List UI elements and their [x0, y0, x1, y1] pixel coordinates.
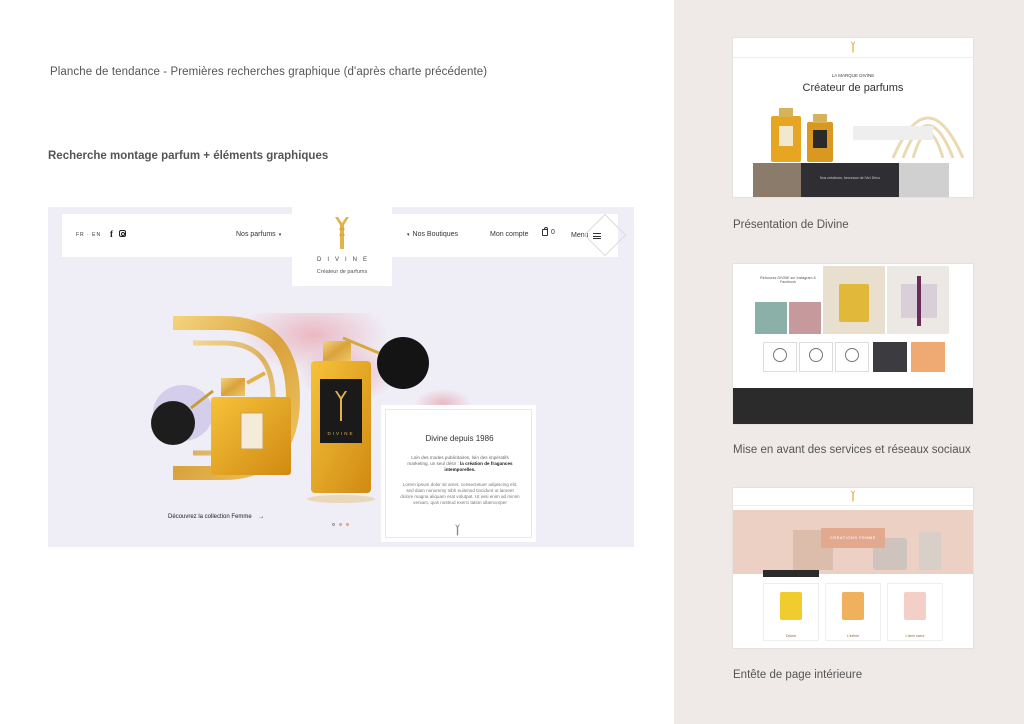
card-body: Lorem ipsum dolor sit amet, consectetuer… — [400, 482, 520, 505]
service-box[interactable] — [835, 342, 869, 372]
board-subtitle: Recherche montage parfum + éléments grap… — [48, 150, 329, 162]
product-card[interactable]: L'infinie — [825, 583, 881, 641]
product-name: L'infinie — [846, 634, 860, 638]
thumbnail-services[interactable]: Retrouvez DIVINE sur Instagram & Faceboo… — [733, 264, 973, 424]
bottle-label — [240, 412, 264, 450]
board-title: Planche de tendance - Premières recherch… — [50, 66, 488, 78]
breadcrumb-bar — [763, 570, 819, 577]
thumb1-band-image — [753, 163, 801, 197]
thumbnail-inner-header[interactable]: CRÉATIONS FEMME Divine L'infinie L'âme s… — [733, 488, 973, 648]
bottle-shadow — [307, 495, 375, 503]
hamburger-icon — [592, 232, 601, 239]
carousel-dot[interactable] — [332, 523, 335, 526]
divine-logo-mark-icon — [850, 490, 856, 502]
nav-mon-compte[interactable]: Mon compte — [490, 231, 529, 238]
instagram-photo — [789, 302, 821, 334]
instagram-icon[interactable] — [119, 230, 126, 237]
logo-tagline: Créateur de parfums — [316, 269, 368, 275]
logo-wordmark: DIVINE — [316, 257, 373, 263]
ribbon — [917, 276, 921, 326]
divine-logo-mark-icon — [335, 217, 349, 249]
nav-nos-parfums-label: Nos parfums — [236, 231, 276, 238]
service-box[interactable] — [763, 342, 797, 372]
nav-nos-boutiques-label: Nos Boutiques — [412, 231, 459, 238]
service-icon — [809, 348, 823, 362]
thumb2-heading: Retrouvez DIVINE sur Instagram & Faceboo… — [760, 276, 816, 284]
nav-nos-parfums[interactable]: Nos parfums ▾ — [236, 231, 281, 238]
divine-logo-mark-icon — [455, 524, 460, 536]
atomizer-bulb-icon — [377, 337, 429, 389]
caption-services: Mise en avant des services et réseaux so… — [733, 444, 971, 456]
divine-logo-mark-icon — [850, 41, 856, 53]
carousel-dot[interactable] — [346, 523, 349, 526]
perfume-bottle-icon — [904, 592, 926, 620]
cart-button[interactable]: 0 — [542, 227, 555, 236]
atomizer-bulb-icon — [151, 401, 195, 445]
perfume-bottle-icon — [842, 592, 864, 620]
social-links: f — [110, 229, 126, 239]
perfume-bottles-image — [771, 108, 833, 162]
instagram-photo — [755, 302, 787, 334]
perfume-photo — [823, 266, 885, 334]
product-card[interactable]: Divine — [763, 583, 819, 641]
product-card[interactable]: L'âme sœur — [887, 583, 943, 641]
bottle-cap — [221, 378, 245, 396]
thumbnail-presentation[interactable]: LA MARQUE DIVINE Créateur de parfums Nos… — [733, 38, 973, 197]
service-box-accent[interactable] — [911, 342, 945, 372]
diamond-frame-icon — [583, 213, 627, 257]
menu-button[interactable]: Menu — [571, 213, 627, 257]
discover-collection-link[interactable]: Découvrez la collection Femme → — [168, 514, 264, 520]
cart-count: 0 — [551, 229, 555, 236]
card-inner-border: Divine depuis 1986 Loin des modes public… — [385, 409, 532, 538]
chevron-down-icon: ▾ — [278, 232, 282, 238]
bottle-cap — [323, 341, 351, 361]
carousel-dots — [332, 523, 349, 526]
product-name: Divine — [786, 634, 796, 638]
language-switch[interactable]: FR · EN — [76, 232, 101, 238]
thumb2-footer — [733, 388, 973, 424]
card-title: Divine depuis 1986 — [425, 434, 494, 443]
blurred-bottle — [919, 532, 941, 570]
thumb1-paragraph — [853, 126, 933, 140]
service-icon — [845, 348, 859, 362]
facebook-icon[interactable]: f — [110, 229, 113, 239]
discover-collection-label: Découvrez la collection Femme — [168, 514, 252, 520]
service-box[interactable] — [799, 342, 833, 372]
carousel-dot-active[interactable] — [339, 523, 342, 526]
perfume-bottle-icon — [839, 284, 869, 322]
art-deco-arc-icon — [891, 116, 965, 158]
brand-history-card: Divine depuis 1986 Loin des modes public… — [381, 405, 536, 542]
thumb1-band-text: Nos créations, berceaux de l'Art Déco — [819, 176, 881, 180]
card-intro: Loin des modes publicitaires, loin des i… — [400, 455, 520, 473]
bottle-brand-text: DIVINE — [327, 431, 354, 436]
nav-nos-boutiques[interactable]: ▾ Nos Boutiques — [407, 231, 458, 238]
service-box-dark[interactable] — [873, 342, 907, 372]
caption-presentation: Présentation de Divine — [733, 219, 849, 231]
bottle-nozzle — [246, 371, 266, 385]
gift-box-photo — [887, 266, 949, 334]
perfume-bottle-icon — [780, 592, 802, 620]
caption-inner-header: Entête de page intérieure — [733, 669, 863, 681]
homepage-mockup: FR · EN f Nos parfums ▾ ▾ Nos Boutiques Mo… — [48, 207, 634, 547]
product-name: L'âme sœur — [905, 634, 925, 638]
service-icon — [773, 348, 787, 362]
brand-logo[interactable]: DIVINE Créateur de parfums — [292, 207, 392, 286]
thumb1-landscape-image — [899, 163, 949, 197]
chevron-down-icon: ▾ — [407, 232, 410, 238]
arrow-right-icon: → — [258, 514, 265, 520]
shopping-bag-icon — [542, 227, 548, 236]
thumb3-banner: CRÉATIONS FEMME — [733, 510, 973, 574]
banner-title: CRÉATIONS FEMME — [829, 535, 877, 540]
